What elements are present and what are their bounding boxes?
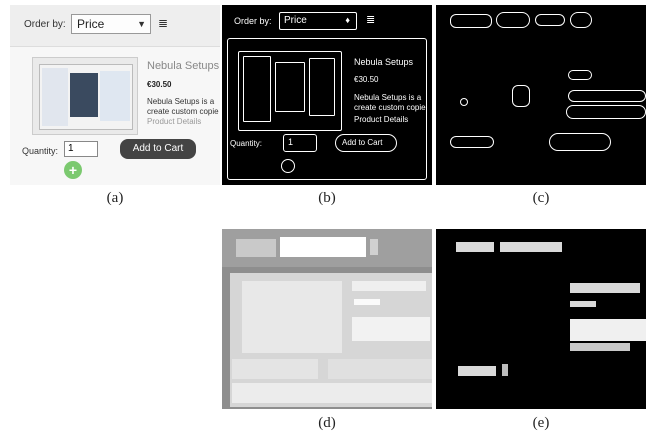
b-order-value: Price [284,15,307,26]
c-outline-4 [570,12,592,28]
b-product-description-line-2: create custom copie [354,103,426,112]
e-box-description [570,319,646,341]
c-outline-3 [535,14,565,26]
b-product-link: Product Details [354,115,409,124]
d-qty-block [232,359,318,379]
d-sort-block [370,239,378,255]
b-quantity-input: 1 [283,134,317,152]
dropdown-arrow-icon: ▼ [137,19,146,29]
c-outline-8 [566,105,646,119]
panel-c-outlines [436,5,646,185]
order-by-label: Order by: [24,19,66,30]
b-quantity-value: 1 [288,137,294,147]
d-thumb-block [242,281,342,353]
caption-e: (e) [532,415,550,431]
e-box-qty-label [458,366,496,376]
b-quantity-label: Quantity: [230,139,263,148]
b-product-title: Nebula Setups [354,57,414,67]
thumbnail-image [39,64,133,130]
d-price-block [354,299,380,305]
product-details-link[interactable]: Product Details [147,117,201,126]
d-label-block [236,239,276,257]
b-thumbnail [238,51,342,131]
order-by-select[interactable]: Price ▼ [71,14,151,34]
add-icon[interactable]: + [64,161,82,179]
b-add-to-cart: Add to Cart [335,134,397,152]
d-select-block [280,237,366,257]
b-sort-icon: ≣ [366,14,376,26]
c-outline-7 [568,90,646,102]
product-description-line-1: Nebula Setups is a [147,97,215,106]
panel-b-edges: Order by: Price ♦ ≣ Nebula Setups €30.50… [222,5,432,185]
b-product-price: €30.50 [354,75,379,84]
order-by-value: Price [77,17,105,31]
quantity-input[interactable]: 1 [64,141,98,157]
caption-b: (b) [318,190,336,206]
b-order-select: Price ♦ [279,12,357,30]
product-thumbnail[interactable] [32,57,138,135]
panel-a-screenshot: Order by: Price ▼ ≣ Nebula Setups €30.50… [10,5,220,185]
c-outline-10 [450,136,494,148]
add-to-cart-button[interactable]: Add to Cart [120,139,196,159]
product-title[interactable]: Nebula Setups [147,60,219,72]
product-description: Nebula Setups is a create custom copie [147,97,220,117]
caption-a: (a) [106,190,124,206]
b-product-description: Nebula Setups is a create custom copie [354,93,426,113]
c-outline-9 [460,98,468,106]
e-box-order-select [500,242,562,252]
c-outline-5 [568,70,592,80]
e-box-price [570,301,596,307]
d-desc-block [352,317,430,341]
sort-icon[interactable]: ≣ [158,16,168,30]
caption-c: (c) [532,190,550,206]
b-add-to-cart-label: Add to Cart [342,138,383,147]
quantity-label: Quantity: [22,146,59,156]
e-box-title [570,283,640,293]
product-price: €30.50 [147,80,172,89]
c-outline-2 [496,12,530,28]
c-outline-1 [450,14,492,28]
e-box-link [570,343,630,351]
b-add-icon [281,159,295,173]
panel-d-layout [222,229,432,409]
e-box-qty-input [502,364,508,376]
d-footer-block [232,383,432,403]
c-outline-11 [549,133,611,151]
d-title-block [352,281,426,291]
panel-e-elements [436,229,646,409]
product-description-line-2: create custom copie [147,107,219,116]
b-dropdown-icon: ♦ [345,15,350,25]
caption-d: (d) [318,415,336,431]
c-outline-6 [512,85,530,107]
e-box-order-label [456,242,494,252]
d-cart-block [328,359,432,379]
b-product-description-line-1: Nebula Setups is a [354,93,422,102]
b-order-label: Order by: [234,16,272,26]
